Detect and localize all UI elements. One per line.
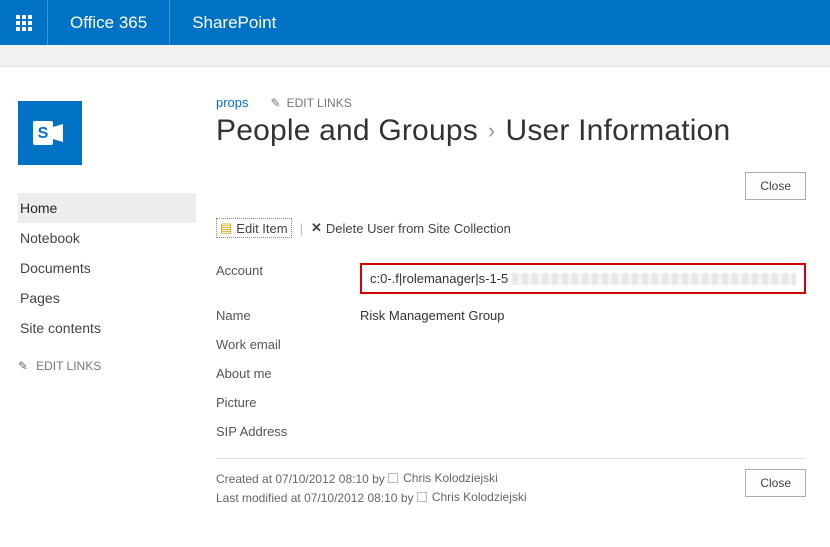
suite-app-name[interactable]: SharePoint bbox=[170, 13, 298, 33]
nav-item-home[interactable]: Home bbox=[18, 193, 196, 223]
edit-links-label: EDIT LINKS bbox=[287, 96, 352, 110]
delete-icon: ✕ bbox=[311, 220, 322, 236]
audit-created-ts: 07/10/2012 08:10 bbox=[275, 472, 368, 486]
chevron-right-icon: › bbox=[488, 118, 496, 144]
delete-user-label: Delete User from Site Collection bbox=[326, 221, 511, 236]
nav-edit-links[interactable]: ✎ EDIT LINKS bbox=[18, 359, 196, 373]
close-button-bottom[interactable]: Close bbox=[745, 469, 806, 497]
breadcrumb-link[interactable]: props bbox=[216, 95, 249, 110]
pencil-icon: ✎ bbox=[18, 359, 28, 373]
field-label-account: Account bbox=[216, 263, 360, 278]
edit-item-button[interactable]: ▤ Edit Item bbox=[216, 218, 292, 238]
edit-icon: ▤ bbox=[220, 220, 232, 236]
nav-item-notebook[interactable]: Notebook bbox=[18, 223, 196, 253]
field-label-about-me: About me bbox=[216, 366, 360, 381]
audit-modified-prefix: Last modified at bbox=[216, 491, 304, 505]
account-value-visible: c:0-.f|rolemanager|s-1-5 bbox=[370, 271, 508, 286]
audit-modified-ts: 07/10/2012 08:10 bbox=[304, 491, 397, 505]
toolbar-divider: | bbox=[300, 221, 303, 236]
audit-created-user[interactable]: Chris Kolodziejski bbox=[388, 469, 498, 487]
delete-user-button[interactable]: ✕ Delete User from Site Collection bbox=[311, 220, 511, 236]
nav-item-site-contents[interactable]: Site contents bbox=[18, 313, 196, 343]
divider bbox=[216, 458, 806, 459]
pencil-icon: ✎ bbox=[271, 96, 281, 110]
main-content: props ✎ EDIT LINKS People and Groups › U… bbox=[196, 67, 830, 527]
left-column: S Home Notebook Documents Pages Site con… bbox=[0, 67, 196, 527]
field-label-name: Name bbox=[216, 308, 360, 323]
waffle-icon bbox=[16, 15, 32, 31]
suite-brand[interactable]: Office 365 bbox=[48, 0, 170, 45]
field-row-sip: SIP Address bbox=[216, 417, 806, 446]
svg-text:S: S bbox=[38, 125, 49, 142]
edit-item-label: Edit Item bbox=[236, 221, 287, 236]
page-title-left: People and Groups bbox=[216, 114, 478, 148]
field-row-about-me: About me bbox=[216, 359, 806, 388]
audit-info: Created at 07/10/2012 08:10 by Chris Kol… bbox=[216, 469, 527, 507]
field-row-account: Account c:0-.f|rolemanager|s-1-5 bbox=[216, 256, 806, 301]
field-value-name: Risk Management Group bbox=[360, 308, 806, 323]
ribbon-bar bbox=[0, 45, 830, 67]
close-button-top[interactable]: Close bbox=[745, 172, 806, 200]
nav-edit-links-label: EDIT LINKS bbox=[36, 359, 101, 373]
audit-by-1: by bbox=[369, 472, 388, 486]
page-title: People and Groups › User Information bbox=[216, 114, 806, 148]
field-row-name: Name Risk Management Group bbox=[216, 301, 806, 330]
field-row-picture: Picture bbox=[216, 388, 806, 417]
suite-bar: Office 365 SharePoint bbox=[0, 0, 830, 45]
breadcrumb-row: props ✎ EDIT LINKS bbox=[216, 95, 806, 110]
audit-modified-user[interactable]: Chris Kolodziejski bbox=[417, 488, 527, 506]
field-label-picture: Picture bbox=[216, 395, 360, 410]
close-row-top: Close bbox=[216, 172, 806, 200]
audit-modified-user-name: Chris Kolodziejski bbox=[432, 488, 527, 506]
field-label-work-email: Work email bbox=[216, 337, 360, 352]
site-logo[interactable]: S bbox=[18, 101, 82, 165]
nav-item-documents[interactable]: Documents bbox=[18, 253, 196, 283]
nav-item-pages[interactable]: Pages bbox=[18, 283, 196, 313]
presence-icon bbox=[417, 492, 427, 502]
audit-modified: Last modified at 07/10/2012 08:10 by Chr… bbox=[216, 488, 527, 507]
quick-launch: Home Notebook Documents Pages Site conte… bbox=[18, 193, 196, 343]
item-toolbar: ▤ Edit Item | ✕ Delete User from Site Co… bbox=[216, 218, 806, 238]
audit-created-user-name: Chris Kolodziejski bbox=[403, 469, 498, 487]
presence-icon bbox=[388, 473, 398, 483]
app-launcher-button[interactable] bbox=[0, 0, 48, 45]
field-label-sip: SIP Address bbox=[216, 424, 360, 439]
account-redacted-tail bbox=[512, 273, 796, 285]
edit-links-button[interactable]: ✎ EDIT LINKS bbox=[271, 96, 352, 110]
account-highlight-box: c:0-.f|rolemanager|s-1-5 bbox=[360, 263, 806, 294]
audit-created-prefix: Created at bbox=[216, 472, 275, 486]
field-value-account: c:0-.f|rolemanager|s-1-5 bbox=[360, 263, 806, 294]
audit-created: Created at 07/10/2012 08:10 by Chris Kol… bbox=[216, 469, 527, 488]
sharepoint-icon: S bbox=[30, 113, 70, 153]
page-title-right: User Information bbox=[505, 114, 730, 148]
audit-by-2: by bbox=[397, 491, 416, 505]
field-row-work-email: Work email bbox=[216, 330, 806, 359]
footer-row: Created at 07/10/2012 08:10 by Chris Kol… bbox=[216, 469, 806, 507]
user-fields: Account c:0-.f|rolemanager|s-1-5 Name Ri… bbox=[216, 256, 806, 446]
